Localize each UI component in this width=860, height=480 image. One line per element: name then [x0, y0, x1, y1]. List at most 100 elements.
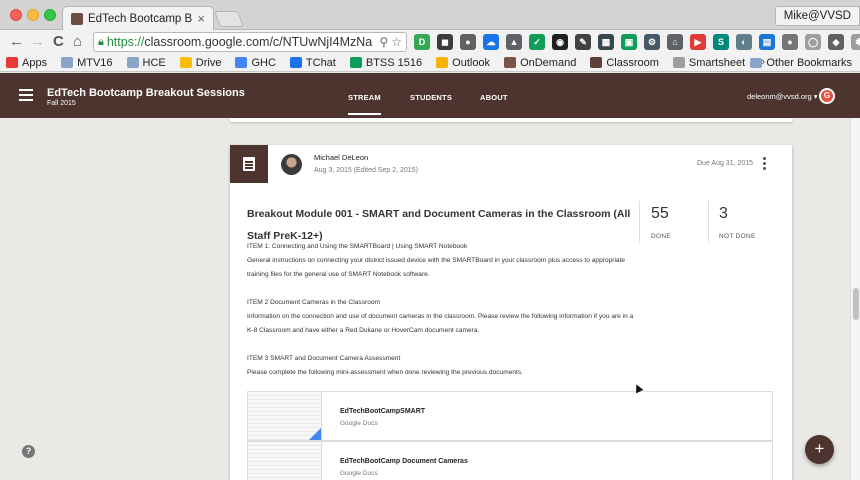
- doc-thumbnail: [248, 392, 322, 440]
- previous-card-edge: [230, 118, 792, 122]
- not-done-label: NOT DONE: [719, 233, 756, 240]
- extension-icon[interactable]: D: [414, 34, 430, 50]
- browser-tab[interactable]: EdTech Bootcamp Breakout ×: [62, 6, 214, 30]
- bookmark-label: OnDemand: [520, 56, 577, 69]
- tab-students[interactable]: STUDENTS: [410, 93, 452, 102]
- extension-icon[interactable]: ●: [460, 34, 476, 50]
- extension-icon[interactable]: ●: [782, 34, 798, 50]
- extension-icon[interactable]: ✎: [575, 34, 591, 50]
- address-bar[interactable]: 🔒︎ https:// classroom.google.com/c/NTUwN…: [93, 32, 407, 52]
- attachment-doc[interactable]: EdTechBootCamp Document Cameras Google D…: [247, 441, 773, 480]
- extension-icon[interactable]: ▲: [506, 34, 522, 50]
- bookmark-label: Smartsheet: [688, 56, 746, 69]
- extension-icon[interactable]: ▶: [690, 34, 706, 50]
- item-heading: ITEM 3 SMART and Document Camera Assessm…: [247, 355, 401, 362]
- bookmark-item[interactable]: OnDemand: [504, 57, 576, 69]
- bookmark-item[interactable]: Apps: [6, 57, 47, 69]
- item-heading: ITEM 2 Document Cameras in the Classroom: [247, 299, 381, 306]
- clipboard-icon: [243, 157, 255, 171]
- bookmark-label: HCE: [142, 56, 166, 69]
- extension-icon[interactable]: ▤: [759, 34, 775, 50]
- add-post-button[interactable]: +: [805, 435, 834, 464]
- bookmark-icon: [235, 57, 248, 68]
- home-icon[interactable]: ⌂: [73, 33, 82, 51]
- account-avatar[interactable]: G: [819, 88, 835, 104]
- lock-icon: 🔒︎: [98, 35, 104, 48]
- tab-stream[interactable]: STREAM: [348, 93, 381, 115]
- page-scrollbar[interactable]: [850, 118, 860, 480]
- extension-icon[interactable]: ⌂: [667, 34, 683, 50]
- bookmark-item[interactable]: Drive: [179, 56, 222, 69]
- bookmark-star-icon[interactable]: ☆: [391, 35, 402, 49]
- extension-icon[interactable]: ☁: [483, 34, 499, 50]
- bookmark-item[interactable]: Smartsheet: [672, 56, 746, 69]
- post-date: Aug 3, 2015 (Edited Sep 2, 2015): [314, 167, 418, 174]
- bookmark-item[interactable]: TChat: [289, 56, 336, 69]
- bookmark-label: Drive: [195, 56, 222, 69]
- extension-icon[interactable]: ⚙: [644, 34, 660, 50]
- folder-icon: [750, 58, 763, 68]
- search-icon[interactable]: ⚲: [379, 35, 388, 49]
- not-done-count[interactable]: 3: [719, 205, 728, 223]
- more-options-icon[interactable]: [763, 157, 767, 172]
- extension-icon[interactable]: ◼: [437, 34, 453, 50]
- other-bookmarks-folder[interactable]: Other Bookmarks: [750, 54, 852, 72]
- extension-icon[interactable]: ✓: [529, 34, 545, 50]
- extension-icon[interactable]: ✱: [851, 34, 860, 50]
- maximize-window-button[interactable]: [44, 9, 56, 21]
- extension-icon[interactable]: S: [713, 34, 729, 50]
- stats-divider: [639, 201, 640, 243]
- bookmark-icon: [289, 57, 302, 68]
- bookmark-item[interactable]: Outlook: [436, 57, 490, 69]
- extension-icon[interactable]: ◉: [552, 34, 568, 50]
- extension-icon[interactable]: ▣: [621, 34, 637, 50]
- extension-icon[interactable]: ◆: [828, 34, 844, 50]
- bookmark-label: MTV16: [77, 56, 113, 69]
- minimize-window-button[interactable]: [27, 9, 39, 21]
- profile-button[interactable]: Mike@VVSD: [774, 6, 860, 26]
- tab-about[interactable]: ABOUT: [480, 93, 508, 102]
- scrollbar-thumb[interactable]: [853, 288, 859, 320]
- new-tab-button[interactable]: [214, 11, 244, 27]
- bookmark-label: TChat: [305, 56, 336, 69]
- bookmark-icon: [126, 57, 139, 68]
- extension-icon[interactable]: ◐: [736, 34, 752, 50]
- url-text: classroom.google.com/c/NTUwNjI4MzNa: [144, 35, 373, 49]
- bookmark-item[interactable]: Classroom: [590, 57, 659, 69]
- bookmark-item[interactable]: HCE: [126, 56, 166, 69]
- class-title[interactable]: EdTech Bootcamp Breakout Sessions: [47, 87, 245, 99]
- other-bookmarks-label: Other Bookmarks: [766, 57, 852, 69]
- done-count[interactable]: 55: [651, 205, 669, 223]
- bookmark-label: Classroom: [606, 56, 659, 69]
- extension-icon[interactable]: ◯: [805, 34, 821, 50]
- help-icon[interactable]: ?: [22, 445, 35, 458]
- tab-title: EdTech Bootcamp Breakout: [88, 12, 193, 25]
- attachment-title[interactable]: EdTechBootCamp Document Cameras: [340, 458, 468, 465]
- attachment-doc[interactable]: EdTechBootCampSMART Google Docs: [247, 391, 773, 441]
- classroom-header: EdTech Bootcamp Breakout Sessions Fall 2…: [0, 73, 860, 118]
- close-window-button[interactable]: [10, 9, 22, 21]
- bookmark-icon: [6, 57, 18, 68]
- forward-arrow-icon[interactable]: →: [30, 33, 45, 51]
- attachment-title[interactable]: EdTechBootCampSMART: [340, 408, 425, 415]
- classroom-favicon-icon: [71, 12, 83, 25]
- bookmark-item[interactable]: BTSS 1516: [349, 57, 422, 69]
- back-arrow-icon[interactable]: ←: [9, 33, 24, 51]
- author-avatar: [281, 154, 302, 175]
- tab-close-icon[interactable]: ×: [197, 11, 205, 26]
- bookmark-icon: [504, 57, 517, 68]
- extension-icon[interactable]: ▦: [598, 34, 614, 50]
- menu-icon[interactable]: [19, 89, 33, 101]
- assignment-card: Michael DeLeon Aug 3, 2015 (Edited Sep 2…: [230, 145, 792, 480]
- bookmark-item[interactable]: MTV16: [61, 56, 113, 69]
- bookmark-icon: [590, 57, 603, 68]
- item-description: General instructions on connecting your …: [247, 257, 626, 278]
- extensions-bar: D ◼ ● ☁ ▲ ✓ ◉ ✎ ▦ ▣ ⚙ ⌂ ▶ S ◐ ▤ ● ◯ ◆ ✱: [414, 34, 860, 50]
- reload-icon[interactable]: C: [53, 33, 64, 51]
- attachment-type: Google Docs: [340, 420, 378, 427]
- bookmark-icon: [672, 57, 685, 68]
- bookmark-item[interactable]: GHC: [235, 57, 276, 69]
- account-switcher[interactable]: deleonm@vvsd.org ▾: [747, 92, 818, 101]
- bookmark-icon: [179, 57, 192, 68]
- docs-corner-icon: [309, 428, 321, 440]
